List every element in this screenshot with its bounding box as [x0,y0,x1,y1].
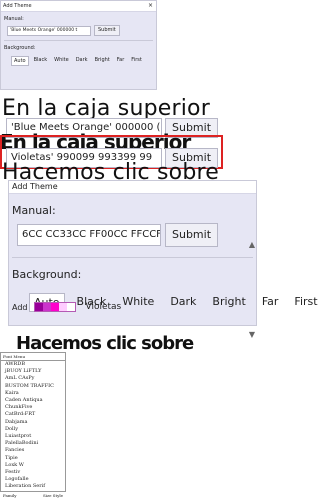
swatch-5 [66,303,75,311]
close-icon[interactable]: × [148,1,153,11]
font-item[interactable]: CatBrd:FRT [1,411,65,418]
font-item[interactable]: jBUOY LiFTLY [1,368,65,375]
font-footer-right: Size Style [42,492,63,498]
background-label-small: Background: [4,45,36,51]
font-item[interactable]: Logofalle [1,476,65,483]
bg-white-option-small[interactable]: White [52,56,71,66]
background-label-large: Background: [12,268,82,281]
font-item[interactable]: Festiv [1,469,65,476]
bg-bright-option-small[interactable]: Bright [93,56,112,66]
large-glitch-text-2: Hacemos clic sobre [16,333,194,354]
font-item[interactable]: Caden Antiqua [1,397,65,404]
swatch-2 [42,303,51,311]
font-item[interactable]: Fancies [1,447,65,454]
manual-label-large: Manual: [12,204,56,217]
bg-auto-option-small[interactable]: Auto [11,56,29,66]
manual-row-large: 6CC CC33CC FF00CC FFCCFF Submit [17,223,256,247]
bg-far-option-small[interactable]: Far [115,56,127,66]
add-theme-row: Add Violetas [12,302,121,312]
font-item[interactable]: Liberation Serif [1,483,65,490]
swatch-1 [34,303,43,311]
font-item[interactable]: Dolly [1,426,65,433]
scroll-up-icon[interactable]: ▲ [249,240,255,249]
bg-white-option-large[interactable]: White [118,293,158,312]
dialog-titlebar-small: Add Theme × [1,1,156,12]
font-footer-left: Family [3,492,17,498]
font-item[interactable]: PalellaBodini [1,440,65,447]
dialog-title-small: Add Theme [3,3,32,9]
swatch-4 [58,303,67,311]
font-item[interactable]: Dabjama [1,419,65,426]
bg-dark-option-large[interactable]: Dark [166,293,200,312]
manual-input-large[interactable]: 6CC CC33CC FF00CC FFCCFF [17,224,161,246]
dialog-titlebar-large: Add Theme [9,181,256,194]
add-theme-dialog-small: Add Theme × Manual: 'Blue Meets Orange' … [0,0,157,90]
separator-small [4,40,153,41]
manual-row-small: 'Blue Meets Orange' 000000 t Submit [7,25,156,36]
manual-label-small: Manual: [4,16,24,22]
bg-black-option-small[interactable]: Black [32,56,50,66]
bg-bright-option-large[interactable]: Bright [208,293,249,312]
bg-far-option-large[interactable]: Far [258,293,283,312]
dialog-title-large: Add Theme [12,182,58,191]
font-item[interactable]: AmL CAsPy [1,375,65,382]
scroll-down-icon[interactable]: ▼ [249,330,255,339]
theme-swatches [33,302,76,312]
submit-button-small[interactable]: Submit [94,25,120,36]
font-item[interactable]: Tipie [1,455,65,462]
manual-input-small[interactable]: 'Blue Meets Orange' 000000 t [7,25,91,36]
bg-first-option-large[interactable]: First [290,293,320,312]
bg-first-option-small[interactable]: First [129,56,144,66]
font-item[interactable]: BUSTOM TRAFFIC [1,383,65,390]
large-caption-1: En la caja superior [2,96,210,121]
add-label[interactable]: Add [12,303,28,312]
font-item[interactable]: AWRDB [1,361,65,368]
font-panel-title: Font Menu [1,353,65,361]
bg-dark-option-small[interactable]: Dark [74,56,90,66]
theme-name: Violetas [85,302,122,312]
swatch-3 [50,303,59,311]
font-list-panel: Font Menu AWRDB jBUOY LiFTLY AmL CAsPy B… [0,352,66,498]
font-item[interactable]: Loxk W [1,462,65,469]
font-item[interactable]: Kaira [1,390,65,397]
font-items: AWRDB jBUOY LiFTLY AmL CAsPy BUSTOM TRAF… [1,361,65,491]
separator-large [12,257,253,258]
font-item[interactable]: Luiastprot [1,433,65,440]
font-item[interactable]: ChunkFive [1,404,65,411]
background-options-small: Auto Black White Dark Bright Far First [11,56,156,66]
submit-button-large[interactable]: Submit [165,223,219,247]
